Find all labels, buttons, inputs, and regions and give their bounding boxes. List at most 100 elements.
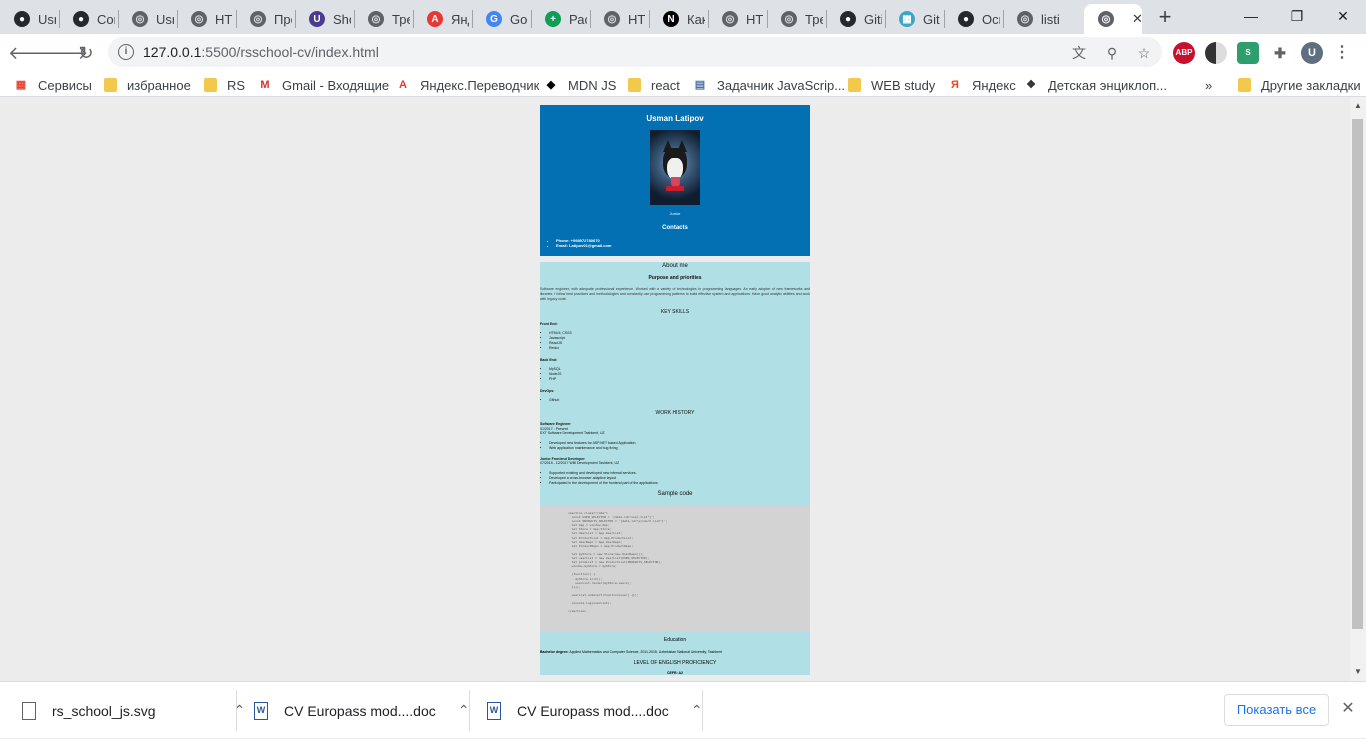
tab[interactable]: G Goc bbox=[472, 4, 531, 34]
scroll-up-icon[interactable]: ▲ bbox=[1354, 101, 1362, 110]
other-bookmarks[interactable]: Другие закладки bbox=[1238, 76, 1361, 94]
close-window-button[interactable]: ✕ bbox=[1320, 4, 1366, 28]
restore-button[interactable]: ❐ bbox=[1274, 4, 1320, 28]
cv-header: Usman Latipov Junior Contacts Phone: +99… bbox=[540, 105, 810, 256]
globe-icon: ◎ bbox=[250, 11, 266, 27]
tab-label: Git bbox=[923, 11, 940, 27]
close-downloads-icon[interactable]: ✕ bbox=[1338, 699, 1358, 719]
site-info-icon[interactable]: i bbox=[118, 44, 134, 60]
bookmark-item[interactable]: react bbox=[628, 76, 680, 94]
list-item: PHP bbox=[549, 377, 810, 382]
tab[interactable]: N Как bbox=[649, 4, 708, 34]
url-text[interactable]: 127.0.0.1:5500/rsschool-cv/index.html bbox=[143, 44, 379, 60]
front-label: Front End: bbox=[540, 322, 558, 326]
minimize-button[interactable]: — bbox=[1228, 4, 1274, 28]
download-item[interactable]: W CV Europass mod....doc ⌃ bbox=[487, 682, 705, 739]
job-dates: 07/2015 - 12/2017 WBI Development Tashke… bbox=[540, 461, 620, 465]
tab[interactable]: ◎ Usn bbox=[118, 4, 177, 34]
bookmarks-bar: ▦ Сервисы избранное RS M Gmail - Входящие A Янд… bbox=[0, 71, 1366, 97]
tab[interactable]: ◎ HTM bbox=[590, 4, 649, 34]
extension-s-icon[interactable]: S bbox=[1237, 42, 1259, 64]
address-bar[interactable]: i 127.0.0.1:5500/rsschool-cv/index.html … bbox=[108, 37, 1162, 67]
bookmark-star-icon[interactable]: ☆ bbox=[1135, 44, 1153, 62]
bookmark-item[interactable]: Я Яндекс bbox=[948, 76, 1016, 94]
profile-avatar[interactable]: U bbox=[1301, 42, 1323, 64]
github-icon: ● bbox=[14, 11, 30, 27]
tab-strip: ● Usn ● Cor ◎ Usn ◎ HTM ◎ Про U Sho ◎ Тре A Янд G Goc + Рас… bbox=[0, 0, 1366, 34]
bookmark-item[interactable]: A Яндекс.Переводчик bbox=[396, 76, 539, 94]
about-title: About me bbox=[662, 263, 688, 269]
tab[interactable]: ◎ HTM bbox=[177, 4, 236, 34]
bookmark-label: react bbox=[651, 77, 680, 93]
education-section: Education Bachelor degree: Applied Mathe… bbox=[540, 631, 810, 675]
tab[interactable]: ▦ Git bbox=[885, 4, 944, 34]
scroll-down-icon[interactable]: ▼ bbox=[1354, 667, 1362, 676]
file-icon bbox=[22, 701, 36, 720]
tab-label: Usn bbox=[38, 11, 56, 27]
back-button[interactable]: 🡐 bbox=[8, 40, 56, 66]
download-item[interactable]: rs_school_js.svg ⌃ bbox=[22, 682, 248, 739]
forward-button[interactable]: 🡒 bbox=[40, 40, 88, 66]
globe-icon: ◎ bbox=[132, 11, 148, 27]
purpose-title: Purpose and priorities bbox=[648, 275, 702, 281]
new-tab-button[interactable]: + bbox=[1155, 6, 1175, 28]
bookmark-item[interactable]: ◆ MDN JS bbox=[544, 76, 617, 94]
extensions-puzzle-icon[interactable]: ✚ bbox=[1269, 42, 1291, 64]
bookmark-item[interactable]: RS bbox=[204, 76, 245, 94]
show-all-downloads-button[interactable]: Показать все bbox=[1224, 694, 1329, 726]
tab[interactable]: A Янд bbox=[413, 4, 472, 34]
adblock-plus-icon[interactable]: ABP bbox=[1173, 42, 1195, 64]
tab-label: Giti bbox=[864, 11, 882, 27]
tab[interactable]: ● Giti bbox=[826, 4, 885, 34]
scrollbar-thumb[interactable] bbox=[1352, 119, 1363, 629]
translate-page-icon[interactable]: 文 bbox=[1070, 44, 1088, 62]
tab-label: Тре bbox=[392, 11, 410, 27]
tab[interactable]: ● Осн bbox=[944, 4, 1003, 34]
github-icon: ● bbox=[958, 11, 974, 27]
bookmark-item[interactable]: ▦ Сервисы bbox=[14, 76, 92, 94]
english-level: CEFR: A2 bbox=[666, 671, 683, 675]
reload-button[interactable]: ↻ bbox=[73, 40, 99, 66]
tab-label: HTM bbox=[628, 11, 646, 27]
bookmark-label: MDN JS bbox=[568, 77, 617, 93]
tab-label: Осн bbox=[982, 11, 1000, 27]
notion-icon: N bbox=[663, 11, 679, 27]
bookmark-label: Сервисы bbox=[38, 77, 92, 93]
tab[interactable]: ◎ listi bbox=[1003, 4, 1062, 34]
cv-role: Junior bbox=[669, 211, 681, 216]
job-1: Software Engineer 01/2017 - Present EXT … bbox=[540, 422, 810, 436]
tab[interactable]: U Sho bbox=[295, 4, 354, 34]
download-name: CV Europass mod....doc bbox=[517, 702, 669, 719]
bookmark-label: Яндекс bbox=[972, 77, 1016, 93]
tab[interactable]: ◎ Про bbox=[236, 4, 295, 34]
tab-close-icon[interactable]: ✕ bbox=[1132, 11, 1143, 27]
page-scrollbar[interactable]: ▲ ▼ bbox=[1350, 97, 1366, 681]
bookmark-item[interactable]: ▤ Задачник JavaScrip... bbox=[693, 76, 845, 94]
bookmark-label: Другие закладки bbox=[1261, 77, 1361, 93]
bookmark-item[interactable]: избранное bbox=[104, 76, 191, 94]
tab[interactable]: + Рас bbox=[531, 4, 590, 34]
download-name: CV Europass mod....doc bbox=[284, 702, 436, 719]
tab[interactable]: ● Usn bbox=[0, 4, 59, 34]
menu-kebab-icon[interactable]: ⋮ bbox=[1331, 42, 1353, 64]
tab[interactable]: ◎ Тре bbox=[354, 4, 413, 34]
tab[interactable]: ◎ Тре bbox=[767, 4, 826, 34]
bookmark-item[interactable]: WEB study bbox=[848, 76, 935, 94]
code-title: Sample code bbox=[657, 490, 693, 497]
folder-icon bbox=[1238, 78, 1251, 92]
chevron-up-icon[interactable]: ⌃ bbox=[232, 702, 248, 719]
list-item: Web application maintenance and bug fixi… bbox=[549, 446, 810, 451]
bookmark-item[interactable]: ❖ Детская энциклоп... bbox=[1024, 76, 1167, 94]
contacts-title: Contacts bbox=[662, 225, 688, 231]
zoom-icon[interactable]: ⚲ bbox=[1103, 44, 1121, 62]
bookmark-item[interactable]: M Gmail - Входящие bbox=[258, 76, 389, 94]
cv-page: Usman Latipov Junior Contacts Phone: +99… bbox=[540, 105, 810, 675]
bookmarks-overflow-button[interactable]: » bbox=[1205, 76, 1212, 94]
tab[interactable]: ◎ HTM bbox=[708, 4, 767, 34]
plus-icon: + bbox=[545, 11, 561, 27]
tab[interactable]: ● Cor bbox=[59, 4, 118, 34]
globe-icon: ◎ bbox=[604, 11, 620, 27]
dark-reader-icon[interactable] bbox=[1205, 42, 1227, 64]
tab-active[interactable]: ◎ ✕ bbox=[1084, 4, 1143, 34]
download-item[interactable]: W CV Europass mod....doc ⌃ bbox=[254, 682, 472, 739]
